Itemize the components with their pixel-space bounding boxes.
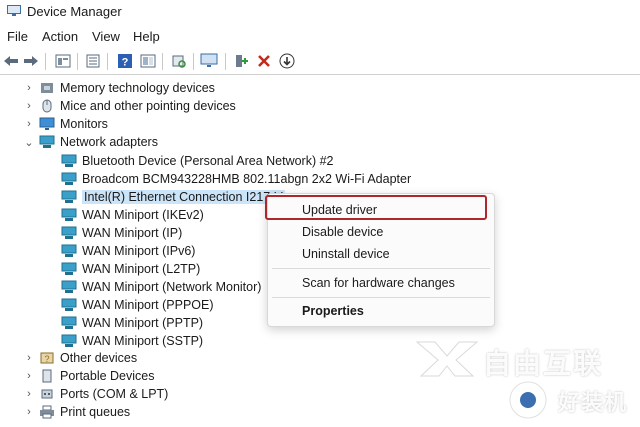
- tree-node-memory[interactable]: › Memory technology devices: [22, 79, 215, 97]
- x-logo-icon: [415, 341, 479, 377]
- forward-arrow-icon[interactable]: [22, 52, 40, 70]
- network-adapter-icon: [61, 190, 77, 203]
- network-adapter-icon: [39, 135, 55, 148]
- menu-item-uninstall-device[interactable]: Uninstall device: [302, 247, 390, 261]
- menu-divider: [272, 268, 490, 269]
- watermark-circle-icon: [509, 381, 547, 419]
- adapter-item[interactable]: WAN Miniport (PPTP): [58, 314, 203, 332]
- adapter-item-selected[interactable]: Intel(R) Ethernet Connection I217-V: [58, 188, 285, 206]
- details-icon[interactable]: [84, 52, 102, 70]
- adapter-item[interactable]: WAN Miniport (IP): [58, 224, 182, 242]
- chevron-right-icon[interactable]: ›: [22, 118, 36, 130]
- menu-action[interactable]: Action: [42, 29, 78, 44]
- unknown-device-icon: ?: [40, 352, 54, 364]
- network-adapter-icon: [61, 208, 77, 221]
- device-manager-icon: [7, 5, 21, 16]
- window-title: Device Manager: [27, 4, 122, 19]
- chevron-right-icon[interactable]: ›: [22, 406, 36, 418]
- adapter-item[interactable]: WAN Miniport (IKEv2): [58, 206, 204, 224]
- tree-node-other-devices[interactable]: › ? Other devices: [22, 349, 137, 367]
- show-hidden-icon[interactable]: [139, 52, 157, 70]
- network-adapter-icon: [61, 316, 77, 329]
- adapter-item[interactable]: WAN Miniport (IPv6): [58, 242, 195, 260]
- toolbar-separator: [77, 53, 78, 70]
- portable-device-icon: [42, 369, 52, 383]
- chevron-right-icon[interactable]: ›: [22, 82, 36, 94]
- menu-item-properties[interactable]: Properties: [302, 304, 364, 318]
- adapter-item[interactable]: WAN Miniport (L2TP): [58, 260, 200, 278]
- chevron-down-icon[interactable]: ⌄: [22, 136, 36, 149]
- tree-node-network-adapters[interactable]: ⌄ Network adapters: [22, 133, 158, 151]
- chevron-right-icon[interactable]: ›: [22, 100, 36, 112]
- network-adapter-icon: [61, 298, 77, 311]
- toolbar-separator: [193, 53, 194, 70]
- update-driver-icon[interactable]: [232, 52, 250, 70]
- menu-file[interactable]: File: [7, 29, 28, 44]
- menu-item-disable-device[interactable]: Disable device: [302, 225, 383, 239]
- tree-node-mice[interactable]: › Mice and other pointing devices: [22, 97, 236, 115]
- menu-divider: [272, 297, 490, 298]
- menu-bar: File Action View Help: [0, 27, 640, 47]
- tree-node-print-queues[interactable]: › Print queues: [22, 403, 130, 421]
- monitor-icon: [39, 117, 55, 130]
- back-arrow-icon[interactable]: [2, 52, 20, 70]
- svg-text:?: ?: [44, 354, 49, 364]
- network-adapter-icon: [61, 154, 77, 167]
- memory-chip-icon: [41, 83, 53, 93]
- menu-item-scan-hardware[interactable]: Scan for hardware changes: [302, 276, 455, 290]
- tree-node-portable-devices[interactable]: › Portable Devices: [22, 367, 154, 385]
- properties-sheet-icon[interactable]: [54, 52, 72, 70]
- help-icon[interactable]: ?: [116, 52, 134, 70]
- title-bar: Device Manager: [0, 0, 640, 24]
- adapter-item[interactable]: WAN Miniport (Network Monitor): [58, 278, 261, 296]
- adapter-item[interactable]: WAN Miniport (PPPOE): [58, 296, 214, 314]
- watermark-text-1: 自由互联: [483, 348, 604, 379]
- mouse-icon: [42, 99, 52, 113]
- adapter-item[interactable]: Broadcom BCM943228HMB 802.11abgn 2x2 Wi-…: [58, 170, 411, 188]
- adapter-item[interactable]: WAN Miniport (SSTP): [58, 332, 203, 350]
- network-adapter-icon: [61, 280, 77, 293]
- printer-icon: [40, 405, 54, 419]
- chevron-right-icon[interactable]: ›: [22, 352, 36, 364]
- watermark-text-2: 好装机: [558, 390, 628, 415]
- update-driver-highlight-box: [265, 195, 487, 220]
- port-icon: [41, 389, 53, 399]
- network-adapter-icon: [61, 244, 77, 257]
- chevron-right-icon[interactable]: ›: [22, 370, 36, 382]
- network-adapter-icon: [61, 262, 77, 275]
- toolbar: ?: [0, 49, 640, 75]
- tree-node-ports[interactable]: › Ports (COM & LPT): [22, 385, 168, 403]
- toolbar-separator: [225, 53, 226, 70]
- menu-view[interactable]: View: [92, 29, 120, 44]
- download-icon[interactable]: [278, 52, 296, 70]
- network-adapter-icon: [61, 226, 77, 239]
- network-adapter-icon: [61, 334, 77, 347]
- toolbar-separator: [45, 53, 46, 70]
- tree-node-monitors[interactable]: › Monitors: [22, 115, 108, 133]
- toolbar-separator: [107, 53, 108, 70]
- scan-hardware-icon[interactable]: [170, 52, 188, 70]
- monitor-icon[interactable]: [200, 52, 218, 70]
- menu-help[interactable]: Help: [133, 29, 160, 44]
- uninstall-x-icon[interactable]: [255, 52, 273, 70]
- watermark: 自由互联 好装机: [408, 330, 640, 427]
- chevron-right-icon[interactable]: ›: [22, 388, 36, 400]
- toolbar-separator: [162, 53, 163, 70]
- svg-text:?: ?: [122, 57, 129, 69]
- adapter-item[interactable]: Bluetooth Device (Personal Area Network)…: [58, 152, 334, 170]
- network-adapter-icon: [61, 172, 77, 185]
